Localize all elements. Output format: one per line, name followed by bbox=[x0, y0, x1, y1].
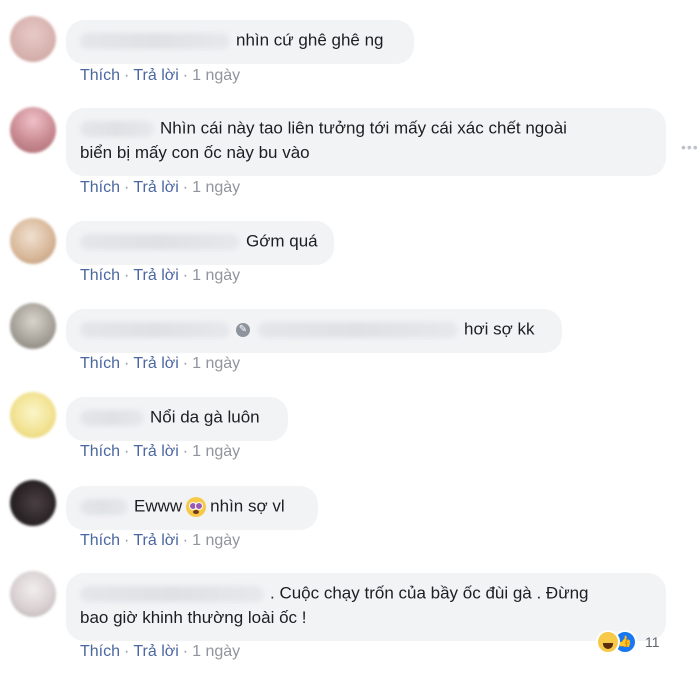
like-link[interactable]: Thích bbox=[80, 179, 120, 196]
comment-actions: Thích · Trả lời · 1 ngày bbox=[80, 179, 241, 196]
timestamp[interactable]: 1 ngày bbox=[192, 355, 240, 372]
comment-text: nhìn sợ vl bbox=[210, 496, 285, 516]
comment-actions: Thích · Trả lời · 1 ngày bbox=[80, 355, 241, 372]
timestamp[interactable]: 1 ngày bbox=[192, 67, 240, 84]
reaction-count: 11 bbox=[645, 634, 660, 650]
comment-text: hơi sợ kk bbox=[464, 319, 535, 339]
timestamp[interactable]: 1 ngày bbox=[192, 267, 240, 284]
like-link[interactable]: Thích bbox=[80, 267, 120, 284]
comment-bubble: ✎ hơi sợ kk bbox=[66, 309, 562, 353]
timestamp[interactable]: 1 ngày bbox=[192, 532, 240, 549]
author-name[interactable] bbox=[80, 120, 154, 137]
reply-link[interactable]: Trả lời bbox=[133, 532, 178, 549]
author-name[interactable] bbox=[80, 585, 264, 602]
reply-link[interactable]: Trả lời bbox=[133, 179, 178, 196]
comment-actions: Thích · Trả lời · 1 ngày bbox=[80, 67, 241, 84]
comment-text: Nhìn cái này tao liên tưởng tới mấy cái … bbox=[160, 118, 567, 138]
reply-link[interactable]: Trả lời bbox=[133, 443, 178, 460]
reaction-summary[interactable]: 👍 11 bbox=[596, 630, 660, 654]
comment-bubble: Nổi da gà luôn bbox=[66, 397, 288, 441]
comment-text: nhìn cứ ghê ghê ng bbox=[236, 30, 384, 50]
like-link[interactable]: Thích bbox=[80, 67, 120, 84]
comment-bubble: . Cuộc chạy trốn của bầy ốc đùi gà . Đừn… bbox=[66, 573, 666, 641]
author-name[interactable] bbox=[80, 233, 240, 250]
comment-actions: Thích · Trả lời · 1 ngày bbox=[80, 267, 241, 284]
reply-link[interactable]: Trả lời bbox=[133, 355, 178, 372]
more-horizontal-icon[interactable]: ••• bbox=[681, 139, 699, 155]
comment-actions: Thích · Trả lời · 1 ngày bbox=[80, 643, 241, 660]
author-name[interactable] bbox=[258, 321, 458, 338]
avatar[interactable] bbox=[10, 571, 56, 617]
like-link[interactable]: Thích bbox=[80, 355, 120, 372]
dizzy-face-icon bbox=[186, 496, 207, 517]
comment-text: Ewww bbox=[134, 496, 183, 516]
author-name[interactable] bbox=[80, 32, 230, 49]
comment-bubble: Ewww nhìn sợ vl bbox=[66, 486, 318, 530]
timestamp[interactable]: 1 ngày bbox=[192, 643, 240, 660]
reply-link[interactable]: Trả lời bbox=[133, 267, 178, 284]
like-link[interactable]: Thích bbox=[80, 643, 120, 660]
comment-bubble: Nhìn cái này tao liên tưởng tới mấy cái … bbox=[66, 108, 666, 176]
comment-text: Gớm quá bbox=[246, 231, 318, 251]
comment-text: Nổi da gà luôn bbox=[150, 407, 260, 427]
like-link[interactable]: Thích bbox=[80, 443, 120, 460]
comment-bubble: Gớm quá bbox=[66, 221, 334, 265]
avatar[interactable] bbox=[10, 16, 56, 62]
avatar[interactable] bbox=[10, 107, 56, 153]
comment-text: . Cuộc chạy trốn của bầy ốc đùi gà . Đừn… bbox=[270, 583, 589, 603]
author-name[interactable] bbox=[80, 498, 128, 515]
author-name[interactable] bbox=[80, 409, 144, 426]
comment-text: biển bị mấy con ốc này bu vào bbox=[80, 142, 310, 162]
comment-bubble: nhìn cứ ghê ghê ng bbox=[66, 20, 414, 64]
pencil-icon: ✎ bbox=[236, 322, 250, 337]
comment-actions: Thích · Trả lời · 1 ngày bbox=[80, 443, 241, 460]
comment-text: bao giờ khinh thường loài ốc ! bbox=[80, 607, 307, 627]
haha-icon bbox=[596, 630, 620, 654]
avatar[interactable] bbox=[10, 480, 56, 526]
avatar[interactable] bbox=[10, 392, 56, 438]
avatar[interactable] bbox=[10, 303, 56, 349]
comment-actions: Thích · Trả lời · 1 ngày bbox=[80, 532, 241, 549]
author-name[interactable] bbox=[80, 321, 230, 338]
reply-link[interactable]: Trả lời bbox=[133, 643, 178, 660]
timestamp[interactable]: 1 ngày bbox=[192, 443, 240, 460]
avatar[interactable] bbox=[10, 218, 56, 264]
reply-link[interactable]: Trả lời bbox=[133, 67, 178, 84]
like-link[interactable]: Thích bbox=[80, 532, 120, 549]
timestamp[interactable]: 1 ngày bbox=[192, 179, 240, 196]
